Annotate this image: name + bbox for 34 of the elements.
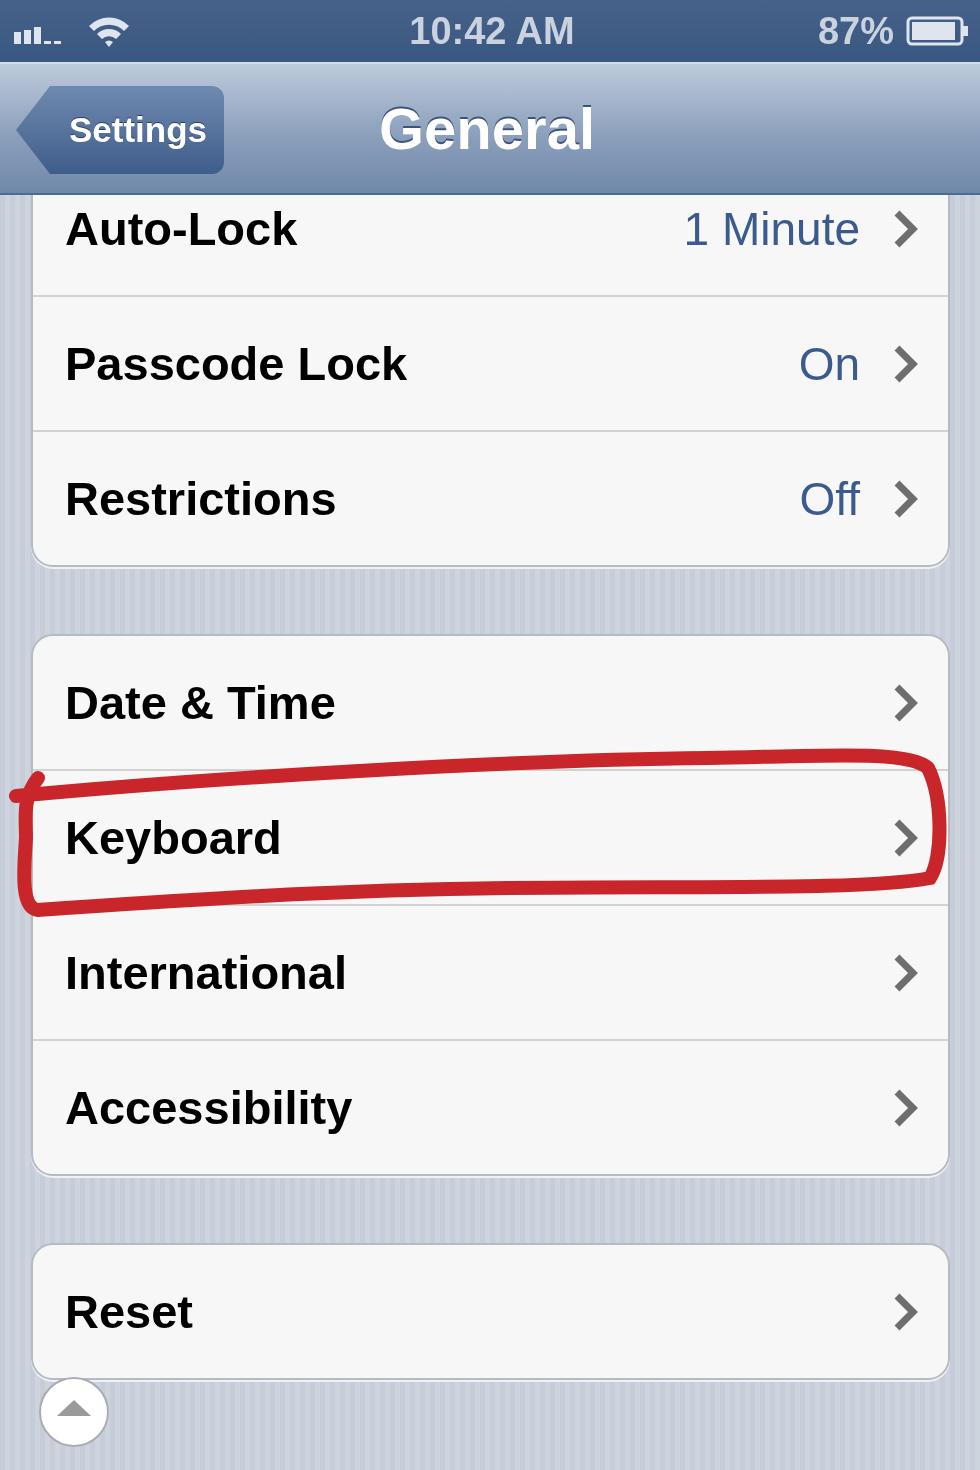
row-value: 1 Minute	[683, 201, 860, 256]
row-label: Accessibility	[65, 1080, 354, 1135]
settings-row[interactable]: Restrictions Off	[33, 430, 948, 565]
chevron-icon	[892, 952, 918, 993]
settings-row[interactable]: Keyboard	[33, 769, 948, 904]
row-label: Restrictions	[65, 471, 338, 526]
row-label: Date & Time	[65, 675, 337, 730]
row-label: International	[65, 945, 349, 1000]
chevron-icon	[892, 343, 918, 384]
screen-title: General	[379, 95, 595, 162]
row-label: Passcode Lock	[65, 336, 409, 391]
chevron-icon	[892, 478, 918, 519]
settings-row[interactable]: Date & Time	[33, 636, 948, 769]
row-value: Off	[799, 471, 860, 526]
settings-row[interactable]: Passcode Lock On	[33, 295, 948, 430]
row-label: Reset	[65, 1284, 194, 1339]
chevron-icon	[892, 682, 918, 723]
scroll-up-button[interactable]	[39, 1377, 109, 1447]
battery-percentage: 87%	[817, 9, 894, 53]
chevron-icon	[892, 1087, 918, 1128]
back-button[interactable]: Settings	[16, 86, 224, 174]
settings-row[interactable]: Auto-Lock 1 Minute	[33, 195, 948, 295]
row-label: Keyboard	[65, 810, 283, 865]
chevron-icon	[892, 817, 918, 858]
up-arrow-icon	[55, 1398, 93, 1418]
chevron-icon	[892, 1291, 918, 1332]
chevron-icon	[892, 208, 918, 249]
settings-row[interactable]: Reset	[33, 1245, 948, 1378]
row-value: On	[798, 336, 860, 391]
row-label: Auto-Lock	[65, 201, 299, 256]
settings-row[interactable]: International	[33, 904, 948, 1039]
settings-row[interactable]: Accessibility	[33, 1039, 948, 1174]
battery-icon	[906, 16, 970, 46]
status-time: 10:42 AM	[409, 9, 575, 53]
